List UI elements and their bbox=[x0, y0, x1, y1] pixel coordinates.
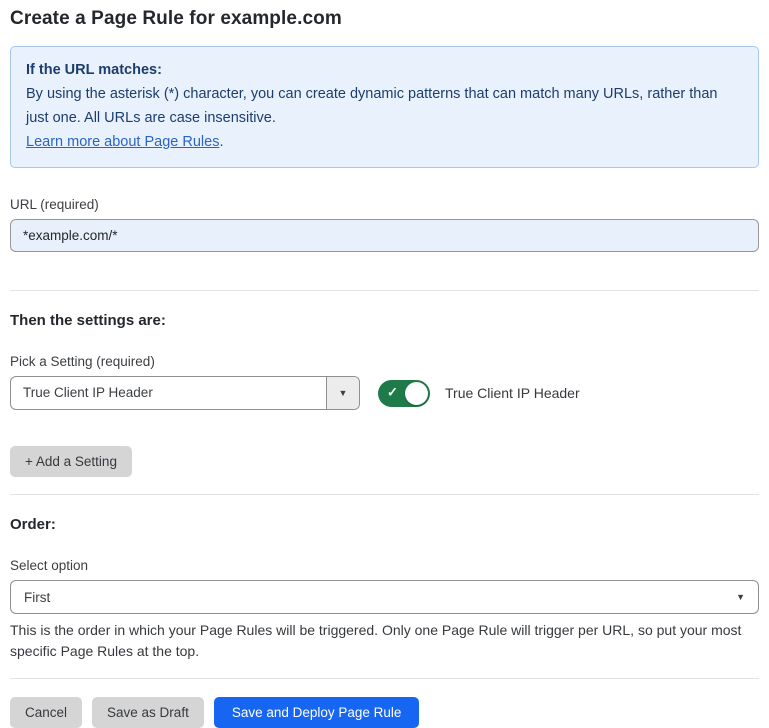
info-box-heading: If the URL matches: bbox=[26, 58, 743, 82]
section-divider bbox=[10, 494, 759, 495]
toggle-label: True Client IP Header bbox=[445, 385, 580, 401]
info-box-body: By using the asterisk (*) character, you… bbox=[26, 82, 743, 130]
true-client-ip-toggle[interactable]: ✓ bbox=[378, 380, 430, 407]
cancel-button[interactable]: Cancel bbox=[10, 697, 82, 728]
footer-actions: Cancel Save as Draft Save and Deploy Pag… bbox=[10, 697, 759, 728]
info-box-link-line: Learn more about Page Rules. bbox=[26, 130, 743, 154]
page-rule-form: Create a Page Rule for example.com If th… bbox=[0, 0, 769, 708]
section-divider bbox=[10, 290, 759, 291]
order-section-heading: Order: bbox=[10, 516, 759, 533]
settings-section-heading: Then the settings are: bbox=[10, 312, 759, 329]
setting-dropdown-arrow-button[interactable]: ▼ bbox=[326, 377, 359, 409]
chevron-down-icon: ▼ bbox=[736, 593, 745, 602]
setting-dropdown[interactable]: True Client IP Header ▼ bbox=[10, 376, 360, 410]
setting-row: True Client IP Header ▼ ✓ True Client IP… bbox=[10, 376, 759, 410]
setting-dropdown-value: True Client IP Header bbox=[11, 377, 326, 409]
select-option-label: Select option bbox=[10, 558, 759, 573]
order-select-value: First bbox=[24, 590, 50, 605]
save-draft-button[interactable]: Save as Draft bbox=[92, 697, 204, 728]
link-suffix: . bbox=[219, 134, 223, 150]
check-icon: ✓ bbox=[387, 385, 398, 401]
save-deploy-button[interactable]: Save and Deploy Page Rule bbox=[214, 697, 420, 728]
footer-divider bbox=[10, 678, 759, 679]
url-field-label: URL (required) bbox=[10, 197, 759, 212]
url-input[interactable] bbox=[10, 219, 759, 252]
url-match-info-box: If the URL matches: By using the asteris… bbox=[10, 46, 759, 168]
chevron-down-icon: ▼ bbox=[339, 389, 348, 398]
add-setting-button[interactable]: + Add a Setting bbox=[10, 446, 132, 477]
pick-setting-label: Pick a Setting (required) bbox=[10, 354, 759, 369]
toggle-knob bbox=[405, 382, 428, 405]
learn-more-link[interactable]: Learn more about Page Rules bbox=[26, 134, 219, 150]
page-title: Create a Page Rule for example.com bbox=[10, 6, 759, 32]
order-help-text: This is the order in which your Page Rul… bbox=[10, 620, 759, 662]
order-select[interactable]: First ▼ bbox=[10, 580, 759, 614]
